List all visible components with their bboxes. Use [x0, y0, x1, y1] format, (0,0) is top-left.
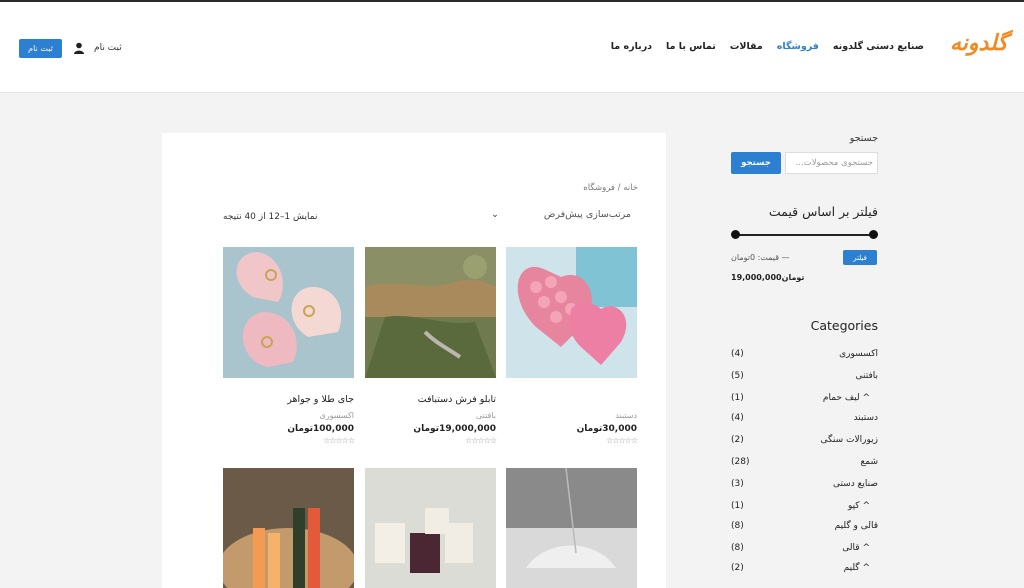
- price-range-text: قیمت: 0تومان —: [731, 253, 790, 262]
- category-count: (2): [731, 435, 744, 445]
- category-item[interactable]: (8) قالی و گلیم: [731, 521, 878, 543]
- product-card[interactable]: تابلو فرش دستبافت بافتنی 19,000,000تومان…: [365, 247, 497, 445]
- category-name[interactable]: شمع: [860, 457, 878, 467]
- price-range-max: 19,000,000تومان: [731, 273, 805, 282]
- category-count: (8): [731, 543, 744, 553]
- subcategory-item[interactable]: (1) ^ لیف حمام: [731, 393, 878, 413]
- category-count: (4): [731, 349, 744, 359]
- category-name[interactable]: صنایع دستی: [833, 479, 878, 489]
- nav-item-shop[interactable]: فروشگاه: [777, 41, 819, 52]
- product-search-form: جستجو جستجوی محصولات...: [731, 152, 878, 174]
- categories-title: Categories: [810, 318, 878, 333]
- product-card[interactable]: جای طلا و جواهر اکسسوری 100,000تومان ☆☆☆…: [223, 247, 355, 445]
- nav-item-handicrafts[interactable]: صنایع دستی گلدونه: [833, 41, 924, 52]
- category-item[interactable]: (5) بافتنی: [731, 371, 878, 393]
- category-name[interactable]: ^ کپو: [848, 501, 870, 511]
- subcategory-item[interactable]: (2) ^ گلیم: [731, 563, 878, 583]
- product-image-jewelry-dish[interactable]: [223, 247, 354, 378]
- price-filter-row: فیلتر قیمت: 0تومان —: [731, 250, 878, 268]
- category-item[interactable]: (4) دستبند: [731, 413, 878, 435]
- product-title[interactable]: جای طلا و جواهر: [223, 394, 354, 408]
- slider-max-handle[interactable]: [869, 230, 878, 239]
- category-count: (2): [731, 563, 744, 573]
- product-image-candles[interactable]: [365, 468, 496, 588]
- product-title[interactable]: [506, 394, 637, 408]
- product-category[interactable]: دستبند: [506, 411, 637, 420]
- category-name[interactable]: ^ قالی: [842, 543, 870, 553]
- category-count: (3): [731, 479, 744, 489]
- rating-stars: ☆☆☆☆☆: [465, 436, 497, 445]
- main-nav: صنایع دستی گلدونه فروشگاه مقالات تماس با…: [611, 41, 924, 52]
- site-header: گلدونه صنایع دستی گلدونه فروشگاه مقالات …: [0, 2, 1024, 93]
- search-input[interactable]: جستجوی محصولات...: [785, 152, 878, 174]
- product-price: 100,000تومان: [287, 424, 354, 434]
- category-name[interactable]: قالی و گلیم: [835, 521, 878, 531]
- category-count: (8): [731, 521, 744, 531]
- product-image-carpet-painting[interactable]: [365, 247, 496, 378]
- filter-button[interactable]: فیلتر: [843, 250, 877, 265]
- product-category[interactable]: بافتنی: [365, 411, 496, 420]
- subcategory-item[interactable]: (1) ^ کپو: [731, 501, 878, 521]
- category-list: (4) اکسسوری (5) بافتنی (1) ^ لیف حمام (4) دس…: [731, 349, 878, 583]
- product-image-soap-heart[interactable]: [506, 247, 637, 378]
- product-price: 19,000,000تومان: [413, 424, 496, 434]
- category-name[interactable]: دستبند: [854, 413, 878, 423]
- category-name[interactable]: اکسسوری: [839, 349, 878, 359]
- price-range-slider[interactable]: [731, 229, 878, 241]
- category-count: (4): [731, 413, 744, 423]
- site-logo[interactable]: گلدونه: [950, 30, 1008, 56]
- product-price: 30,000تومان: [576, 424, 637, 434]
- category-item[interactable]: (28) شمع: [731, 457, 878, 479]
- sort-select[interactable]: مرتب‌سازی پیش‌فرض ⌄: [491, 209, 631, 220]
- login-register-link[interactable]: ثبت نام: [94, 43, 122, 53]
- chevron-down-icon: ⌄: [491, 209, 499, 220]
- category-name[interactable]: بافتنی: [856, 371, 878, 381]
- search-button[interactable]: جستجو: [731, 152, 781, 174]
- product-image-incense-holder[interactable]: [506, 467, 637, 588]
- register-button[interactable]: ثبت نام: [19, 39, 62, 58]
- slider-track: [735, 234, 874, 236]
- rating-stars: ☆☆☆☆☆: [606, 436, 638, 445]
- nav-item-contact[interactable]: تماس با ما: [666, 41, 716, 52]
- category-count: (1): [731, 393, 744, 403]
- result-count: نمایش 1–12 از 40 نتیجه: [223, 212, 318, 222]
- shop-sidebar: جستجو جستجو جستجوی محصولات... فیلتر بر ا…: [731, 133, 878, 583]
- category-name[interactable]: ^ گلیم: [844, 563, 870, 573]
- user-icon[interactable]: [73, 42, 85, 54]
- category-count: (28): [731, 457, 750, 467]
- category-name[interactable]: ^ لیف حمام: [823, 393, 870, 403]
- category-item[interactable]: (3) صنایع دستی: [731, 479, 878, 501]
- product-image-colored-candles[interactable]: [218, 468, 358, 588]
- product-title[interactable]: تابلو فرش دستبافت: [365, 394, 496, 408]
- product-card[interactable]: [506, 467, 637, 588]
- sort-label: مرتب‌سازی پیش‌فرض: [543, 209, 631, 220]
- category-count: (1): [731, 501, 744, 511]
- product-card[interactable]: [365, 468, 496, 588]
- category-item[interactable]: (2) زیورالات سنگی: [731, 435, 878, 457]
- category-item[interactable]: (4) اکسسوری: [731, 349, 878, 371]
- shop-content: خانه / فروشگاه مرتب‌سازی پیش‌فرض ⌄ نمایش…: [162, 133, 666, 588]
- category-count: (5): [731, 371, 744, 381]
- category-name[interactable]: زیورالات سنگی: [820, 435, 878, 445]
- product-card[interactable]: دستبند 30,000تومان ☆☆☆☆☆: [506, 247, 638, 445]
- subcategory-item[interactable]: (8) ^ قالی: [731, 543, 878, 563]
- slider-min-handle[interactable]: [731, 230, 740, 239]
- rating-stars: ☆☆☆☆☆: [323, 436, 355, 445]
- price-filter-title: فیلتر بر اساس قیمت: [768, 204, 878, 219]
- nav-item-articles[interactable]: مقالات: [730, 41, 763, 52]
- product-card[interactable]: [218, 468, 358, 588]
- product-category[interactable]: اکسسوری: [223, 411, 354, 420]
- breadcrumb[interactable]: خانه / فروشگاه: [583, 183, 638, 193]
- search-label: جستجو: [849, 133, 878, 144]
- nav-item-about[interactable]: درباره ما: [611, 41, 652, 52]
